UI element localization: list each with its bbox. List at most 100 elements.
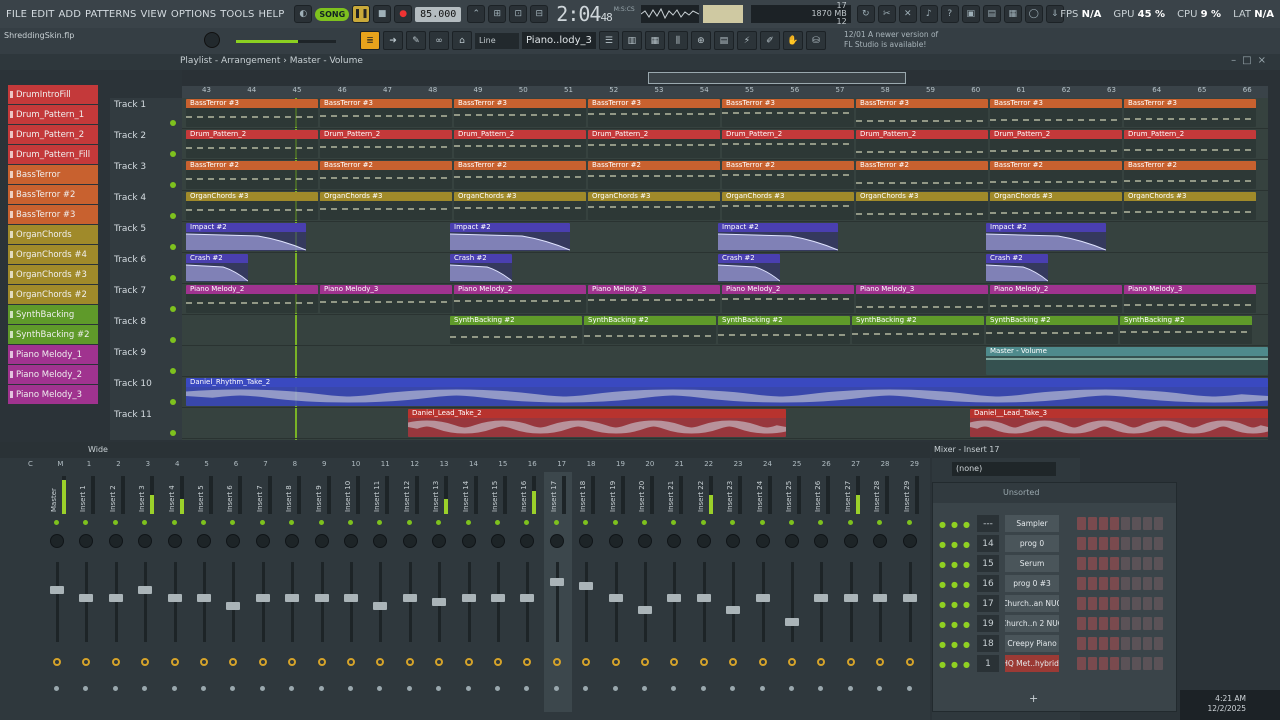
- channel-name-button[interactable]: Sampler: [1005, 515, 1059, 532]
- track-enable-led[interactable]: [170, 182, 176, 188]
- channel-filter[interactable]: Unsorted: [933, 483, 1176, 503]
- microphone-icon[interactable]: ♪: [919, 5, 938, 23]
- send-led[interactable]: [406, 686, 412, 691]
- step-button[interactable]: [1121, 517, 1130, 530]
- route-knob[interactable]: [905, 658, 914, 666]
- strip-enable-led[interactable]: [201, 520, 206, 525]
- send-led[interactable]: [201, 686, 206, 691]
- send-led[interactable]: [495, 686, 500, 691]
- step-button[interactable]: [1088, 517, 1097, 530]
- track-enable-led[interactable]: [170, 151, 176, 157]
- picker-item[interactable]: Piano Melody_1: [8, 345, 98, 364]
- playlist-clip[interactable]: OrganChords #3: [186, 192, 318, 220]
- channel-mixer-track[interactable]: 1: [977, 655, 999, 672]
- track-name[interactable]: Track 3: [114, 162, 146, 172]
- strip-enable-led[interactable]: [759, 520, 765, 525]
- playlist-clip[interactable]: OrganChords #3: [588, 192, 720, 220]
- pan-knob[interactable]: [520, 534, 535, 548]
- channel-row[interactable]: ●●● 1 HQ Met..hybrid): [939, 655, 1169, 673]
- picker-item[interactable]: BassTerror #3: [8, 205, 98, 224]
- channel-mixer-track[interactable]: 18: [977, 635, 999, 652]
- step-button[interactable]: [1099, 517, 1108, 530]
- playlist-lane[interactable]: SynthBacking #2 SynthBacking #2 SynthBacki…: [182, 315, 1268, 346]
- route-knob[interactable]: [464, 658, 473, 666]
- send-led[interactable]: [818, 686, 824, 691]
- channel-row[interactable]: ●●● 17 Church..an NUC: [939, 595, 1169, 613]
- send-led[interactable]: [289, 686, 295, 691]
- song-mode-button[interactable]: SONG: [315, 7, 350, 21]
- channel-row[interactable]: ●●● 15 Serum: [939, 555, 1169, 573]
- channel-controls-icon[interactable]: ●●●: [939, 540, 975, 549]
- track-name[interactable]: Track 9: [114, 348, 146, 358]
- playlist-clip[interactable]: BassTerror #2: [186, 161, 318, 189]
- pan-knob[interactable]: [344, 534, 358, 548]
- send-led[interactable]: [583, 686, 589, 691]
- playlist-clip[interactable]: OrganChords #3: [320, 192, 452, 220]
- volume-fader[interactable]: [755, 594, 770, 602]
- step-button[interactable]: [1143, 557, 1152, 570]
- record-audio-icon[interactable]: ▦: [1003, 5, 1022, 23]
- step-button[interactable]: [1110, 657, 1119, 670]
- route-knob[interactable]: [200, 658, 208, 666]
- pan-knob[interactable]: [197, 534, 211, 548]
- picker-item[interactable]: BassTerror: [8, 165, 98, 184]
- channel-controls-icon[interactable]: ●●●: [939, 660, 975, 669]
- volume-fader[interactable]: [520, 594, 535, 602]
- step-button[interactable]: [1154, 537, 1163, 550]
- picker-item[interactable]: OrganChords #3: [8, 265, 98, 284]
- mixer-strip[interactable]: Insert 23: [720, 472, 748, 712]
- route-knob[interactable]: [111, 658, 120, 666]
- picker-item[interactable]: Piano Melody_2: [8, 365, 98, 384]
- volume-fader[interactable]: [608, 594, 623, 602]
- volume-fader[interactable]: [843, 594, 858, 602]
- send-led[interactable]: [54, 686, 59, 691]
- playlist-clip[interactable]: OrganChords #3: [722, 192, 854, 220]
- strip-enable-led[interactable]: [259, 520, 265, 525]
- volume-fader[interactable]: [373, 602, 388, 610]
- strip-enable-led[interactable]: [348, 520, 353, 525]
- channel-controls-icon[interactable]: ●●●: [939, 520, 975, 529]
- strip-enable-led[interactable]: [524, 520, 530, 525]
- route-knob[interactable]: [317, 658, 326, 666]
- picker-item[interactable]: Piano Melody_3: [8, 385, 98, 404]
- step-button[interactable]: [1154, 517, 1163, 530]
- mixer-strip[interactable]: Insert 24: [750, 472, 778, 712]
- pan-knob[interactable]: [696, 534, 711, 548]
- track-name[interactable]: Track 11: [114, 410, 152, 420]
- volume-fader[interactable]: [461, 594, 476, 602]
- route-knob[interactable]: [699, 658, 708, 666]
- picker-item[interactable]: Drum_Pattern_Fill: [8, 145, 98, 164]
- plugin-icon[interactable]: ⊕: [690, 31, 711, 50]
- volume-fader[interactable]: [432, 598, 447, 606]
- step-button[interactable]: [1099, 597, 1108, 610]
- scissors-icon[interactable]: ✕: [898, 5, 917, 23]
- send-led[interactable]: [642, 686, 647, 691]
- playlist-clip[interactable]: Impact #2: [450, 223, 570, 251]
- step-button[interactable]: [1132, 617, 1141, 630]
- tempo-display[interactable]: 85.000: [415, 6, 462, 22]
- route-knob[interactable]: [229, 658, 238, 666]
- step-button[interactable]: [1154, 557, 1163, 570]
- playlist-lane[interactable]: Drum_Pattern_2 Drum_Pattern_2 Drum_Pattern…: [182, 129, 1268, 160]
- pattern-song-toggle-icon[interactable]: ◐: [294, 5, 313, 23]
- channel-row[interactable]: ●●● 18 Creepy Piano: [939, 635, 1169, 653]
- master-volume-knob[interactable]: [204, 32, 220, 48]
- playlist-clip[interactable]: Piano Melody_2: [186, 285, 318, 313]
- step-button[interactable]: [1110, 557, 1119, 570]
- step-button[interactable]: [1143, 617, 1152, 630]
- route-knob[interactable]: [170, 658, 179, 666]
- tools-icon[interactable]: ✂: [877, 5, 896, 23]
- strip-enable-led[interactable]: [642, 520, 647, 525]
- step-button[interactable]: [1077, 597, 1086, 610]
- step-button[interactable]: [1099, 617, 1108, 630]
- mixer-strip[interactable]: Insert 22: [691, 472, 719, 712]
- step-button[interactable]: [1154, 577, 1163, 590]
- step-button[interactable]: [1110, 577, 1119, 590]
- send-led[interactable]: [730, 686, 736, 691]
- send-led[interactable]: [759, 686, 765, 691]
- playlist-clip[interactable]: Drum_Pattern_2: [454, 130, 586, 158]
- mixer-strip[interactable]: Insert 25: [779, 472, 807, 712]
- step-button[interactable]: [1154, 657, 1163, 670]
- playlist-clip[interactable]: BassTerror #2: [320, 161, 452, 189]
- strip-enable-led[interactable]: [906, 520, 912, 525]
